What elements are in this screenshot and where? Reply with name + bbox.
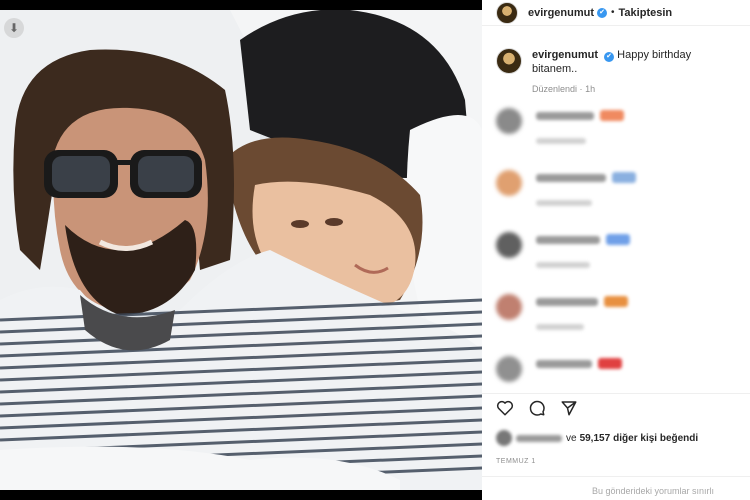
comment-avatar-blurred[interactable] bbox=[496, 232, 522, 258]
download-icon[interactable]: ⬇ bbox=[4, 18, 24, 38]
action-bar bbox=[482, 393, 750, 421]
comment-meta-blurred bbox=[536, 324, 584, 330]
comment-text-blurred bbox=[536, 112, 594, 120]
comment-row bbox=[482, 100, 750, 162]
header-username[interactable]: evirgenumut bbox=[528, 7, 594, 19]
separator-dot: • bbox=[611, 7, 615, 18]
comment-emoji-blurred bbox=[606, 234, 630, 245]
comment-meta-blurred bbox=[536, 138, 586, 144]
selfie-photo-illustration bbox=[0, 10, 482, 490]
profile-avatar[interactable] bbox=[496, 1, 518, 24]
likes-connector: ve bbox=[566, 432, 577, 444]
comment-text-blurred bbox=[536, 360, 592, 368]
comment-text-blurred bbox=[536, 298, 598, 306]
comment-row bbox=[482, 224, 750, 286]
likes-summary[interactable]: ve 59,157 diğer kişi beğendi bbox=[496, 430, 701, 446]
post-date: TEMMUZ 1 bbox=[496, 458, 536, 465]
comment-emoji-blurred bbox=[612, 172, 636, 183]
comment-bubble-icon[interactable] bbox=[526, 397, 548, 419]
comment-avatar-blurred[interactable] bbox=[496, 170, 522, 196]
comment-text-blurred bbox=[536, 174, 606, 182]
paper-plane-icon[interactable] bbox=[558, 397, 580, 419]
likes-count: 59,157 bbox=[579, 432, 611, 444]
comment-meta-blurred bbox=[536, 262, 590, 268]
comment-row bbox=[482, 162, 750, 224]
post-header: evirgenumut ✔ • Takiptesin bbox=[482, 0, 750, 26]
comment-avatar-blurred[interactable] bbox=[496, 356, 522, 382]
liker-avatar bbox=[496, 430, 512, 446]
comment-emoji-blurred bbox=[598, 358, 622, 369]
comment-row bbox=[482, 286, 750, 348]
comment-emoji-blurred bbox=[604, 296, 628, 307]
heart-icon[interactable] bbox=[494, 397, 516, 419]
caption-username[interactable]: evirgenumut bbox=[532, 49, 598, 61]
caption-avatar[interactable] bbox=[496, 48, 522, 74]
post-caption: evirgenumut ✔ Happy birthday bitanem.. D… bbox=[482, 26, 750, 96]
follow-status-button[interactable]: Takiptesin bbox=[619, 7, 673, 19]
liker-name-blurred bbox=[516, 434, 562, 442]
post-photo[interactable]: ⬇ bbox=[0, 10, 482, 490]
verified-badge-icon: ✔ bbox=[597, 7, 608, 18]
edited-time: 1h bbox=[585, 84, 596, 94]
instagram-post-modal: ⬇ evirgenumut ✔ • Takiptesin evirgenumut… bbox=[0, 0, 750, 500]
comment-avatar-blurred[interactable] bbox=[496, 294, 522, 320]
edited-info: Düzenlendi · 1h bbox=[532, 84, 596, 94]
comment-text-blurred bbox=[536, 236, 600, 244]
edited-label: Düzenlendi bbox=[532, 84, 578, 94]
comment-meta-blurred bbox=[536, 200, 592, 206]
comment-avatar-blurred[interactable] bbox=[496, 108, 522, 134]
comments-restricted-notice: Bu gönderideki yorumlar sınırlı bbox=[482, 476, 750, 500]
likes-suffix: diğer kişi beğendi bbox=[613, 432, 699, 444]
comments-list bbox=[482, 100, 750, 410]
comment-emoji-blurred bbox=[600, 110, 624, 121]
verified-badge-icon: ✔ bbox=[604, 52, 615, 62]
post-side-panel: evirgenumut ✔ • Takiptesin evirgenumut ✔… bbox=[482, 0, 750, 500]
